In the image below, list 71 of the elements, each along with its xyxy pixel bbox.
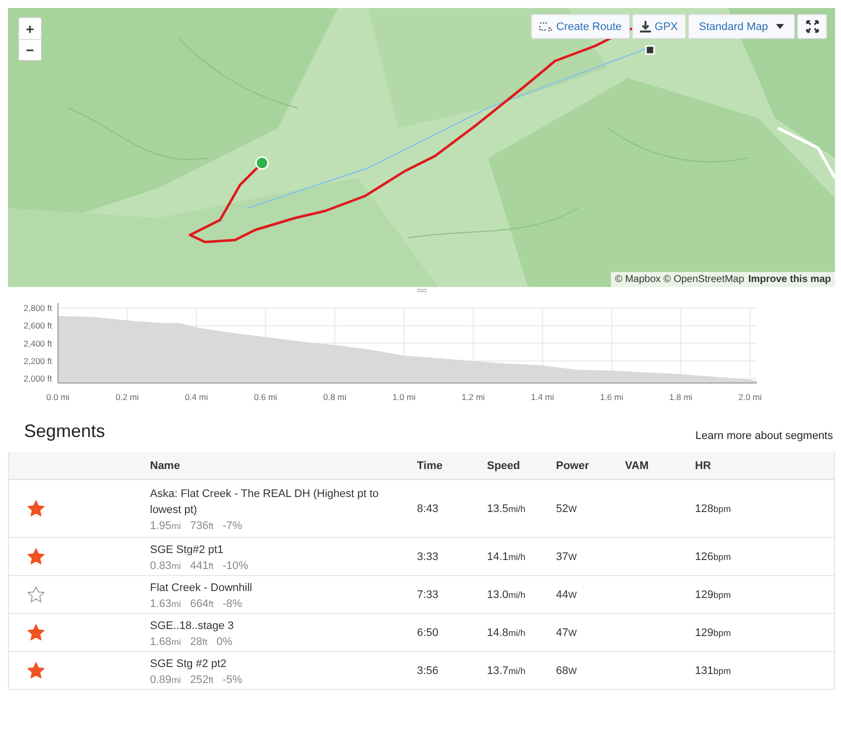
axis-label: 1.6 mi — [600, 392, 624, 402]
axis-label: 2,600 ft — [24, 320, 52, 331]
section-title: Segments — [24, 421, 106, 442]
caret-icon — [776, 24, 784, 29]
table-cell-text: 3:56 — [417, 664, 440, 676]
table-cell-text: 131bpm — [695, 664, 732, 676]
column-header: Time — [417, 460, 444, 472]
segment-name[interactable]: SGE Stg #2 pt2 — [150, 656, 407, 672]
axis-label: 2,000 ft — [24, 374, 52, 384]
axis-label: 0.0 mi — [46, 392, 70, 402]
column-header: HR — [695, 460, 712, 472]
download-icon — [640, 20, 651, 32]
axis-label: 0.2 mi — [116, 392, 139, 402]
table-cell-text: 129bpm — [695, 626, 732, 638]
axis-label: 2.0 mi — [738, 392, 762, 402]
map-style-dropdown[interactable]: Standard Map — [688, 14, 795, 39]
table-cell-text: 68W — [556, 664, 578, 676]
segment-stats: 1.63mi 664ft -8% — [150, 598, 244, 610]
table-cell-text: 126bpm — [695, 550, 732, 562]
table-cell-text: 13.7mi/h — [487, 664, 526, 676]
create-route-button[interactable]: Create Route — [531, 14, 630, 39]
improve-map-link[interactable]: Improve this map — [748, 274, 831, 285]
column-header: Power — [556, 460, 590, 472]
table-cell-text: 47W — [556, 626, 578, 638]
segment-name[interactable]: Aska: Flat Creek - The REAL DH (Highest pt to lowest pt) — [150, 486, 407, 518]
axis-label: 2,400 ft — [24, 338, 52, 348]
table-cell-text: 13.0mi/h — [487, 588, 526, 600]
table-cell-text: 129bpm — [695, 588, 732, 600]
fullscreen-button[interactable] — [797, 14, 827, 39]
table-cell-text: 8:43 — [417, 502, 440, 514]
table-cell-text: 44W — [556, 588, 578, 600]
table-cell-text: 14.8mi/h — [487, 626, 526, 638]
table-cell-text: 52W — [556, 502, 578, 514]
column-header: Speed — [487, 460, 522, 472]
axis-label: 0.8 mi — [323, 392, 346, 402]
segment-name[interactable]: SGE Stg#2 pt1 — [150, 542, 407, 558]
star-icon[interactable] — [27, 500, 45, 517]
gpx-download-button[interactable]: GPX — [632, 14, 686, 39]
route-icon — [539, 21, 552, 32]
axis-label: 1.0 mi — [392, 392, 416, 402]
star-icon[interactable] — [27, 548, 45, 565]
resize-handle[interactable] — [416, 288, 426, 292]
table-cell-text: 7:33 — [417, 588, 440, 600]
table-cell-text: 13.5mi/h — [487, 502, 526, 514]
table-cell-text: 3:33 — [417, 550, 440, 562]
star-icon[interactable] — [27, 586, 45, 603]
table-cell-text: 6:50 — [417, 626, 440, 638]
axis-label: 1.2 mi — [462, 392, 485, 402]
axis-label: 0.4 mi — [184, 392, 208, 402]
axis-label: 0.6 mi — [254, 392, 278, 402]
column-header: Name — [150, 460, 181, 472]
table-cell-text: 128bpm — [695, 502, 732, 514]
segment-name[interactable]: Flat Creek - Downhill — [150, 580, 407, 596]
axis-label: 2,800 ft — [24, 303, 52, 313]
segment-stats: 0.89mi 252ft -5% — [150, 674, 244, 686]
axis-label: 1.8 mi — [669, 392, 692, 402]
segment-stats: 0.83mi 441ft -10% — [150, 560, 250, 572]
table-cell-text: 14.1mi/h — [487, 550, 526, 562]
star-icon[interactable] — [27, 662, 45, 679]
table-cell-text: 37W — [556, 550, 578, 562]
learn-more-link[interactable]: Learn more about segments — [695, 430, 833, 442]
segment-name[interactable]: SGE..18..stage 3 — [150, 618, 407, 634]
axis-label: 1.4 mi — [530, 392, 554, 402]
star-icon[interactable] — [27, 624, 45, 641]
axis-label: 2,200 ft — [24, 356, 52, 366]
column-header: VAM — [625, 460, 650, 472]
zoom-out-button[interactable]: − — [19, 39, 41, 60]
fullscreen-icon — [806, 20, 818, 33]
segment-stats: 1.68mi 28ft 0% — [150, 636, 234, 648]
segment-stats: 1.95mi 736ft -7% — [150, 520, 244, 532]
attribution-text: © Mapbox © OpenStreetMap — [614, 274, 744, 285]
